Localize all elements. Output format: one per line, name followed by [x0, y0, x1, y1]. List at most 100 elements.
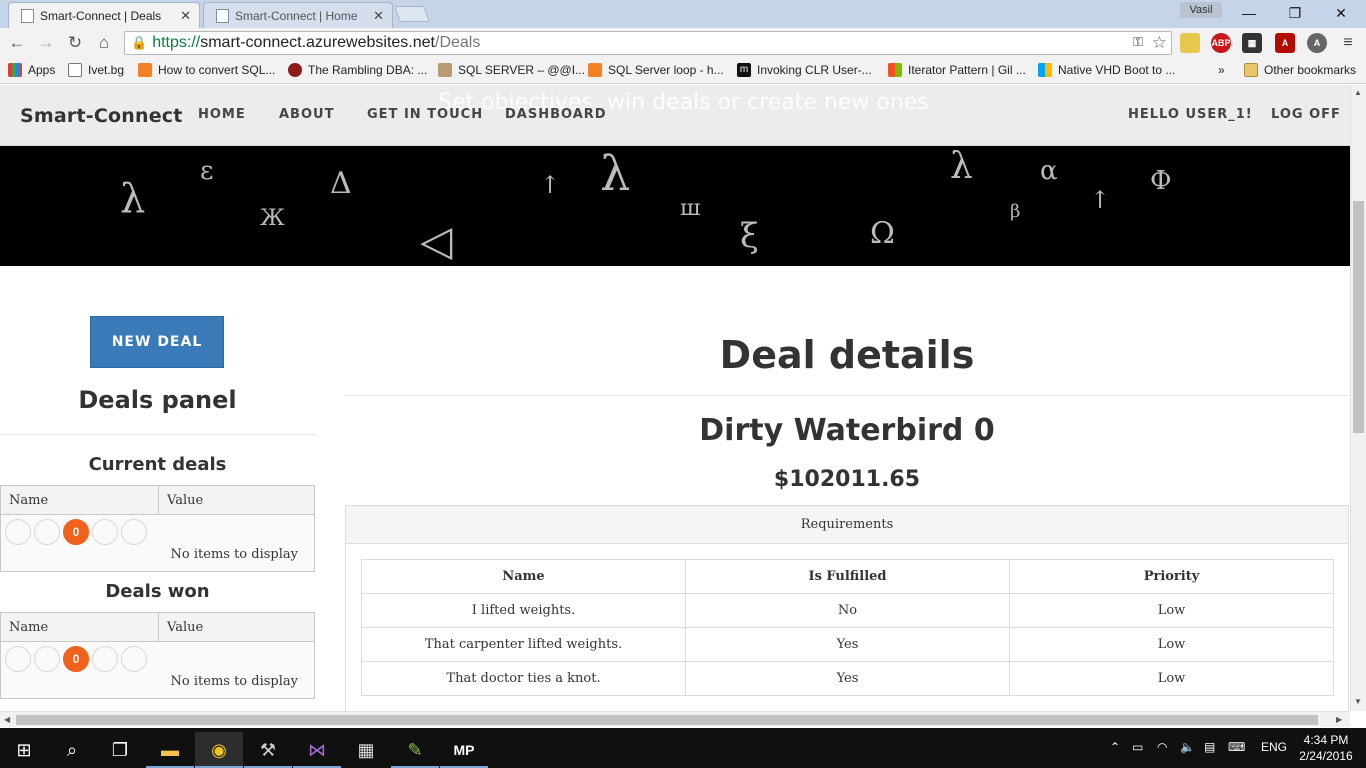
- pdf-icon[interactable]: A: [1275, 33, 1295, 53]
- requirement-priority: Low: [1009, 627, 1334, 662]
- close-window-icon[interactable]: ✕: [1318, 0, 1364, 26]
- new-deal-button[interactable]: NEW DEAL: [90, 316, 224, 368]
- pager-button[interactable]: [121, 646, 147, 672]
- nav-dashboard[interactable]: DASHBOARD: [505, 107, 607, 122]
- requirements-title: Requirements: [346, 506, 1348, 544]
- back-icon[interactable]: ←: [6, 32, 28, 54]
- chrome-icon[interactable]: ◉: [195, 732, 243, 768]
- column-value[interactable]: Value: [159, 613, 211, 641]
- adblock-icon[interactable]: ABP: [1211, 33, 1231, 53]
- clapper-icon[interactable]: ▦: [1242, 33, 1262, 53]
- scroll-up-icon[interactable]: ▲: [1354, 88, 1362, 97]
- pager-button[interactable]: [5, 646, 31, 672]
- pager-button[interactable]: [5, 519, 31, 545]
- start-icon[interactable]: ⊞: [0, 732, 48, 768]
- column-name[interactable]: Name: [1, 486, 159, 514]
- vertical-scrollbar[interactable]: ▲ ▼: [1350, 85, 1366, 711]
- profile-button[interactable]: Vasil: [1180, 2, 1222, 18]
- grid-pager: 0: [5, 646, 150, 672]
- volume-icon[interactable]: 🔈: [1180, 740, 1195, 754]
- pager-button[interactable]: [34, 519, 60, 545]
- banner-glyph: λ: [950, 146, 973, 187]
- stackoverflow-icon: [588, 63, 602, 77]
- menu-icon[interactable]: ≡: [1338, 33, 1358, 53]
- task-view-icon[interactable]: ❐: [96, 732, 144, 768]
- deals-panel-title: Deals panel: [78, 386, 237, 414]
- pager-button[interactable]: [92, 519, 118, 545]
- banner-glyph: Ф: [1150, 166, 1172, 196]
- folder-icon: [1244, 63, 1258, 77]
- scrollbar-thumb[interactable]: [16, 715, 1318, 725]
- home-icon[interactable]: ⌂: [93, 32, 115, 54]
- nav-home[interactable]: HOME: [198, 107, 246, 122]
- chevron-up-icon[interactable]: ⌃: [1110, 740, 1120, 754]
- scroll-right-icon[interactable]: ▶: [1336, 715, 1342, 724]
- hero-banner: λ ε Ж Δ ◁ ↑ λ ш ξ Ω λ α ↑ Ф β: [0, 146, 1350, 266]
- column-value[interactable]: Value: [159, 486, 211, 514]
- nav-about[interactable]: ABOUT: [279, 107, 334, 122]
- pager-page-current[interactable]: 0: [63, 519, 89, 545]
- calculator-icon[interactable]: ▦: [342, 732, 390, 768]
- language-indicator[interactable]: ENG: [1261, 740, 1287, 754]
- bookmark-item[interactable]: SQL SERVER – @@I...: [438, 63, 585, 77]
- bookmark-item[interactable]: m Invoking CLR User-...: [737, 63, 872, 77]
- angular-icon[interactable]: A: [1307, 33, 1327, 53]
- scroll-left-icon[interactable]: ◀: [4, 715, 10, 724]
- horizontal-scrollbar[interactable]: ◀ ▶: [0, 711, 1350, 727]
- visual-studio-icon[interactable]: ⋈: [293, 732, 341, 768]
- notification-icon[interactable]: ▤: [1204, 740, 1215, 754]
- close-icon[interactable]: ✕: [373, 8, 384, 24]
- bookmark-item[interactable]: Ivet.bg: [68, 63, 124, 77]
- bookmark-label: Native VHD Boot to ...: [1058, 63, 1176, 77]
- new-tab-button[interactable]: [394, 6, 430, 22]
- pager-page-current[interactable]: 0: [63, 646, 89, 672]
- tab-deals[interactable]: Smart-Connect | Deals ✕: [8, 2, 200, 28]
- mp-app-icon[interactable]: MP: [440, 732, 488, 768]
- pager-button[interactable]: [121, 519, 147, 545]
- medium-icon: m: [737, 63, 751, 77]
- search-icon[interactable]: ⌕: [48, 732, 96, 768]
- apps-icon: [8, 63, 22, 77]
- key-icon[interactable]: ⚿: [1133, 34, 1143, 50]
- banner-glyph: Δ: [330, 166, 352, 201]
- logoff-link[interactable]: LOG OFF: [1271, 107, 1341, 122]
- other-bookmarks[interactable]: Other bookmarks: [1244, 63, 1356, 77]
- forward-icon[interactable]: →: [35, 32, 57, 54]
- tab-home[interactable]: Smart-Connect | Home ✕: [203, 2, 393, 28]
- bookmark-item[interactable]: SQL Server loop - h...: [588, 63, 724, 77]
- battery-icon[interactable]: ▭: [1132, 740, 1143, 754]
- table-row: I lifted weights. No Low: [361, 593, 1334, 628]
- keyboard-icon[interactable]: ⌨: [1228, 740, 1245, 754]
- minimize-icon[interactable]: —: [1226, 0, 1272, 26]
- user-greeting[interactable]: HELLO USER_1!: [1128, 107, 1253, 122]
- brand-logo[interactable]: Smart-Connect: [20, 105, 183, 127]
- bookmark-apps[interactable]: Apps: [8, 63, 55, 77]
- requirement-name: That doctor ties a knot.: [361, 661, 686, 696]
- reload-icon[interactable]: ↻: [64, 32, 86, 54]
- address-bar[interactable]: 🔒 https:// smart-connect.azurewebsites.n…: [124, 31, 1172, 55]
- bookmark-star-icon[interactable]: ☆: [1152, 33, 1167, 53]
- pager-button[interactable]: [92, 646, 118, 672]
- bookmark-item[interactable]: Native VHD Boot to ...: [1038, 63, 1175, 77]
- bookmark-item[interactable]: How to convert SQL...: [138, 63, 275, 77]
- pager-button[interactable]: [34, 646, 60, 672]
- file-explorer-icon[interactable]: ▬: [146, 732, 194, 768]
- wifi-icon[interactable]: ◠: [1157, 740, 1167, 754]
- requirement-name: That carpenter lifted weights.: [361, 627, 686, 662]
- tools-icon[interactable]: ⚒: [244, 732, 292, 768]
- bookmarks-overflow-button[interactable]: »: [1218, 63, 1225, 77]
- restore-icon[interactable]: ❐: [1272, 0, 1318, 26]
- extension-icon[interactable]: [1180, 33, 1200, 53]
- scroll-down-icon[interactable]: ▼: [1354, 697, 1362, 706]
- banner-glyph: ξ: [740, 216, 759, 256]
- bookmark-item[interactable]: Iterator Pattern | Gil ...: [888, 63, 1026, 77]
- site-navbar: Set objectives, win deals or create new …: [0, 85, 1350, 146]
- clock[interactable]: 4:34 PM 2/24/2016: [1296, 732, 1356, 764]
- page-title: Deal details: [719, 333, 975, 377]
- bookmark-item[interactable]: The Rambling DBA: ...: [288, 63, 427, 77]
- scrollbar-thumb[interactable]: [1353, 201, 1364, 433]
- column-name[interactable]: Name: [1, 613, 159, 641]
- notepad-icon[interactable]: ✎: [391, 732, 439, 768]
- nav-get-in-touch[interactable]: GET IN TOUCH: [367, 107, 483, 122]
- close-icon[interactable]: ✕: [180, 8, 191, 24]
